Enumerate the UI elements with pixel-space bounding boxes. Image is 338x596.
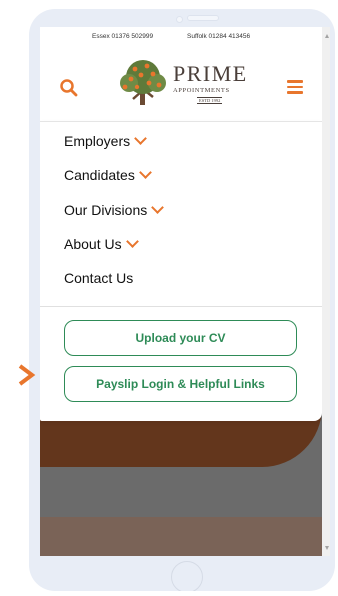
chevron-down-icon[interactable] <box>151 201 165 214</box>
hamburger-icon[interactable] <box>287 80 303 94</box>
essex-phone[interactable]: Essex 01376 502999 <box>92 33 153 40</box>
upload-cv-button[interactable]: Upload your CV <box>64 320 297 356</box>
scroll-up-icon[interactable] <box>325 34 329 38</box>
menu-item-contact-us[interactable]: Contact Us <box>64 270 133 286</box>
menu-item-our-divisions[interactable]: Our Divisions <box>64 201 165 218</box>
scrollbar-track[interactable] <box>322 27 330 556</box>
brand-name: PRIME <box>173 61 248 86</box>
menu-item-employers[interactable]: Employers <box>64 132 148 149</box>
camera-dot <box>176 16 183 23</box>
site-logo[interactable]: PRIME APPOINTMENTS ESTD 1992 <box>113 57 263 107</box>
mobile-screen: Essex 01376 502999 Suffolk 01284 413456 <box>40 27 322 556</box>
search-icon[interactable] <box>60 79 78 97</box>
menu-item-about-us[interactable]: About Us <box>64 235 139 252</box>
payslip-login-button[interactable]: Payslip Login & Helpful Links <box>64 366 297 402</box>
menu-item-label: About Us <box>64 236 122 252</box>
chevron-right-icon <box>18 364 36 386</box>
site-header: PRIME APPOINTMENTS ESTD 1992 <box>40 49 322 121</box>
menu-item-candidates[interactable]: Candidates <box>64 166 152 183</box>
brand-subtitle: APPOINTMENTS <box>173 87 230 94</box>
home-button[interactable] <box>171 561 203 591</box>
menu-divider <box>40 306 322 307</box>
menu-item-label: Our Divisions <box>64 202 148 218</box>
menu-item-label: Candidates <box>64 167 135 183</box>
hero-band <box>40 517 322 556</box>
chevron-down-icon[interactable] <box>134 132 148 145</box>
tree-logo-icon <box>120 60 166 105</box>
speaker-bar <box>187 15 219 21</box>
nav-menu: Employers Candidates Our Divisions About… <box>40 121 322 421</box>
scroll-down-icon[interactable] <box>325 546 329 550</box>
suffolk-phone[interactable]: Suffolk 01284 413456 <box>187 33 250 40</box>
contact-topbar: Essex 01376 502999 Suffolk 01284 413456 <box>40 27 322 49</box>
menu-item-label: Contact Us <box>64 270 134 286</box>
menu-item-label: Employers <box>64 133 131 149</box>
chevron-down-icon[interactable] <box>138 166 152 179</box>
chevron-down-icon[interactable] <box>125 235 139 248</box>
brand-established: ESTD 1992 <box>197 97 223 104</box>
